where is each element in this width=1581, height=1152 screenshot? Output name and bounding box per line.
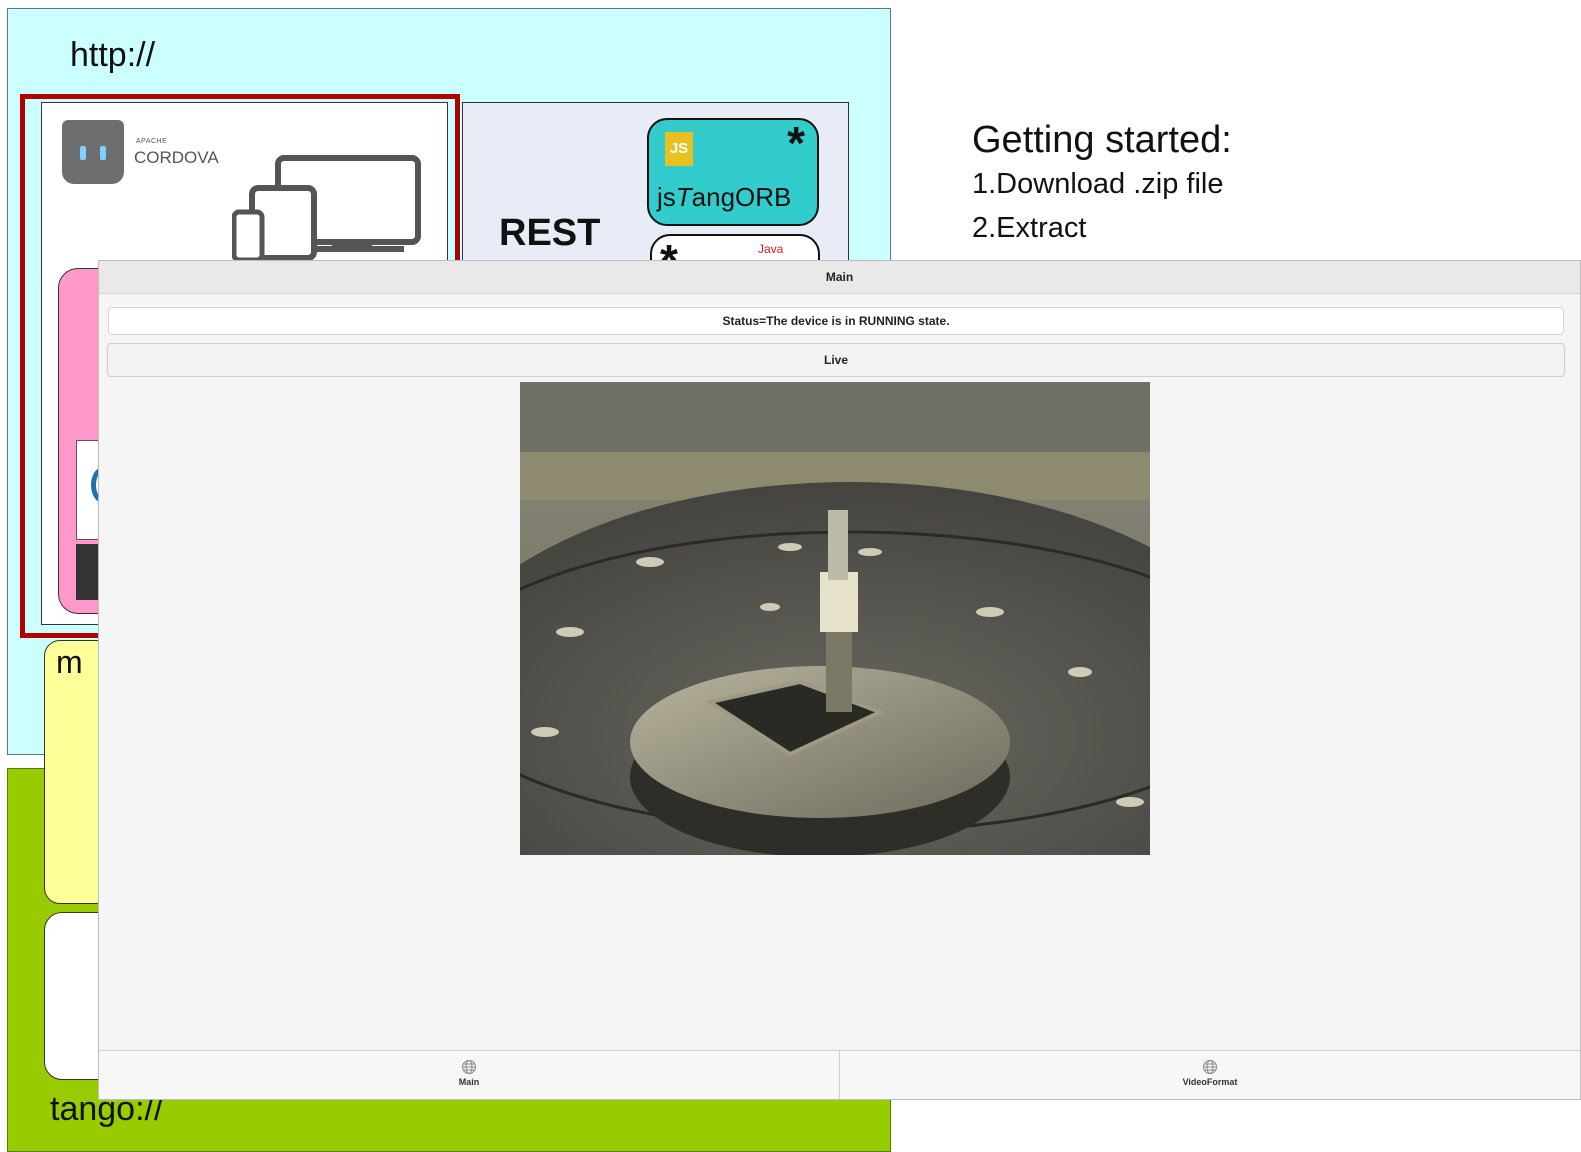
app-window: Main Status=The device is in RUNNING sta…: [98, 260, 1581, 1100]
jstangorb-label: jsTangORB: [657, 182, 792, 212]
java-logo-icon: Java: [758, 242, 784, 256]
tab-videoformat-label: VideoFormat: [1182, 1077, 1238, 1087]
live-button[interactable]: Live: [107, 343, 1565, 377]
globe-icon: [1203, 1060, 1217, 1074]
jstangorb-box: JS * jsTangORB: [647, 117, 819, 226]
getting-started: Getting started: 1.Download .zip file 2.…: [972, 118, 1232, 250]
tab-bar: Main VideoFormat: [99, 1050, 1580, 1099]
js-icon: JS: [665, 132, 693, 166]
star-icon: *: [787, 117, 805, 169]
http-label: http://: [70, 36, 156, 74]
app-header-title: Main: [99, 261, 1580, 294]
tab-main-label: Main: [458, 1077, 480, 1087]
live-video-image: [520, 382, 1150, 855]
yellow-label: m: [56, 644, 83, 680]
rest-label: REST: [499, 212, 601, 254]
globe-icon: [462, 1060, 476, 1074]
step-item: 1.Download .zip file: [972, 168, 1224, 200]
tab-videoformat[interactable]: VideoFormat: [839, 1051, 1580, 1099]
status-bar: Status=The device is in RUNNING state.: [108, 307, 1564, 335]
tab-main[interactable]: Main: [99, 1051, 839, 1099]
getting-started-title: Getting started:: [972, 119, 1232, 161]
step-item: 2.Extract: [972, 212, 1087, 244]
